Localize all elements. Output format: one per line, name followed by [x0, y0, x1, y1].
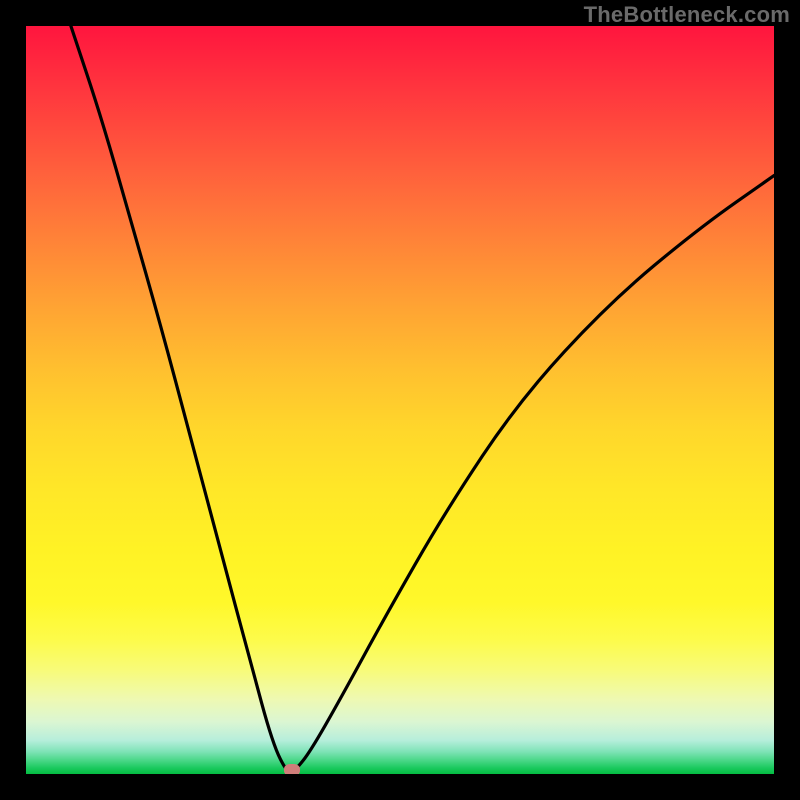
curve-minimum-marker	[284, 764, 300, 774]
bottleneck-curve	[26, 26, 774, 774]
watermark-text: TheBottleneck.com	[584, 2, 790, 28]
plot-area	[26, 26, 774, 774]
chart-frame: TheBottleneck.com	[0, 0, 800, 800]
